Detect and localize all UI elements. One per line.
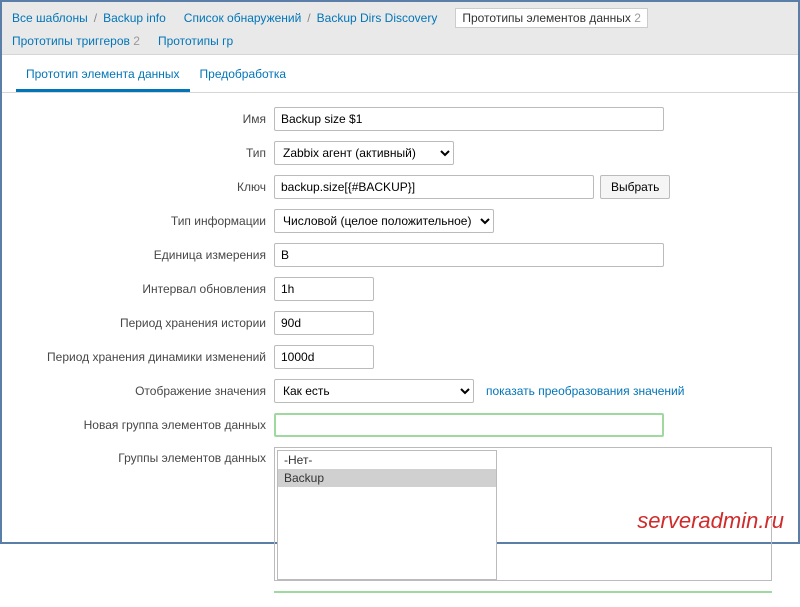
separator: / [307,11,310,25]
breadcrumb: Все шаблоны / Backup info Список обнаруж… [2,2,798,55]
groups-double-listbox: -Нет- Backup [274,447,772,581]
highlight-border [274,591,772,593]
label-trends: Период хранения динамики изменений [2,350,274,364]
new-group-input[interactable] [274,413,664,437]
units-input[interactable] [274,243,664,267]
info-type-select[interactable]: Числовой (целое положительное) [274,209,494,233]
list-item[interactable]: -Нет- [278,451,496,469]
tabs: Прототип элемента данных Предобработка [2,57,798,93]
update-interval-input[interactable] [274,277,374,301]
trends-input[interactable] [274,345,374,369]
breadcrumb-backup-info[interactable]: Backup info [103,11,166,25]
select-button[interactable]: Выбрать [600,175,670,199]
tab-preprocessing[interactable]: Предобработка [190,57,297,92]
show-valuemaps-link[interactable]: показать преобразования значений [486,384,684,398]
type-select[interactable]: Zabbix агент (активный) [274,141,454,165]
groups-listbox[interactable]: -Нет- Backup [277,450,497,580]
key-input[interactable] [274,175,594,199]
label-units: Единица измерения [2,248,274,262]
separator: / [94,11,97,25]
label-new-group: Новая группа элементов данных [2,418,274,432]
label-groups: Группы элементов данных [2,447,274,465]
list-item[interactable]: Backup [278,469,496,487]
label-info-type: Тип информации [2,214,274,228]
label-history: Период хранения истории [2,316,274,330]
label-name: Имя [2,112,274,126]
breadcrumb-graph-prototypes[interactable]: Прототипы гр [158,34,233,48]
label-key: Ключ [2,180,274,194]
breadcrumb-discovery-list[interactable]: Список обнаружений [184,11,302,25]
tab-item-prototype[interactable]: Прототип элемента данных [16,57,190,92]
label-update-interval: Интервал обновления [2,282,274,296]
breadcrumb-all-templates[interactable]: Все шаблоны [12,11,88,25]
name-input[interactable] [274,107,664,131]
valuemap-select[interactable]: Как есть [274,379,474,403]
breadcrumb-trigger-prototypes[interactable]: Прототипы триггеров 2 [12,34,140,48]
breadcrumb-backup-dirs[interactable]: Backup Dirs Discovery [317,11,438,25]
breadcrumb-item-prototypes-active[interactable]: Прототипы элементов данных 2 [455,8,648,28]
label-type: Тип [2,146,274,160]
form: Имя Тип Zabbix агент (активный) Ключ Выб… [2,93,798,607]
label-valuemap: Отображение значения [2,384,274,398]
history-input[interactable] [274,311,374,335]
